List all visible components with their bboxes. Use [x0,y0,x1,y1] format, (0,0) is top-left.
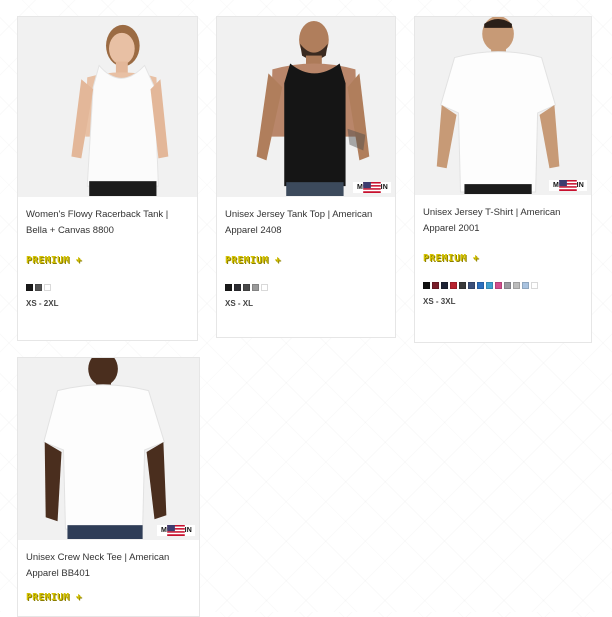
color-swatch[interactable] [504,282,511,289]
us-flag-icon [363,182,381,193]
color-swatch[interactable] [531,282,538,289]
us-flag-icon [167,525,185,536]
color-swatch[interactable] [432,282,439,289]
color-swatch[interactable] [441,282,448,289]
color-swatch[interactable] [468,282,475,289]
color-swatch[interactable] [522,282,529,289]
model-photo [18,358,199,540]
color-swatch[interactable] [513,282,520,289]
product-title[interactable]: Women's Flowy Racerback Tank | Bella + C… [26,207,189,241]
color-swatch[interactable] [26,284,33,291]
product-card[interactable]: MADE IN Unisex Jersey T-Shirt | American… [414,16,592,343]
color-swatch[interactable] [423,282,430,289]
made-in-usa-badge: MADE IN [353,182,391,193]
us-flag-icon [559,180,577,191]
color-swatch[interactable] [459,282,466,289]
color-swatch[interactable] [495,282,502,289]
product-image[interactable]: MADE IN [217,17,395,197]
color-swatch[interactable] [234,284,241,291]
color-swatch[interactable] [225,284,232,291]
size-range: XS - 2XL [26,299,59,308]
color-swatches [225,284,387,291]
product-title[interactable]: Unisex Jersey T-Shirt | American Apparel… [423,205,583,239]
color-swatch[interactable] [486,282,493,289]
premium-badge: PREMIUM + [225,255,281,266]
product-card[interactable]: Women's Flowy Racerback Tank | Bella + C… [17,16,198,341]
size-range: XS - XL [225,299,254,308]
made-in-usa-badge: MADE IN [157,525,195,536]
product-card[interactable]: MADE IN Unisex Crew Neck Tee | American … [17,357,200,617]
product-title[interactable]: Unisex Crew Neck Tee | American Apparel … [26,550,191,584]
premium-badge: PREMIUM + [26,255,82,266]
color-swatch[interactable] [243,284,250,291]
color-swatches [26,284,189,291]
made-in-usa-badge: MADE IN [549,180,587,191]
color-swatch[interactable] [252,284,259,291]
color-swatch[interactable] [450,282,457,289]
product-image[interactable] [18,17,197,197]
product-title[interactable]: Unisex Jersey Tank Top | American Appare… [225,207,387,241]
size-range: XS - 3XL [423,297,456,306]
product-image[interactable]: MADE IN [18,358,199,540]
product-card[interactable]: MADE IN Unisex Jersey Tank Top | America… [216,16,396,338]
color-swatch[interactable] [44,284,51,291]
premium-badge: PREMIUM + [26,592,82,603]
product-image[interactable]: MADE IN [415,17,591,195]
model-photo [415,17,591,194]
premium-badge: PREMIUM + [423,253,479,264]
color-swatches [423,282,583,289]
model-photo [18,17,197,197]
model-photo [217,18,395,196]
color-swatch[interactable] [35,284,42,291]
color-swatch[interactable] [261,284,268,291]
color-swatch[interactable] [477,282,484,289]
